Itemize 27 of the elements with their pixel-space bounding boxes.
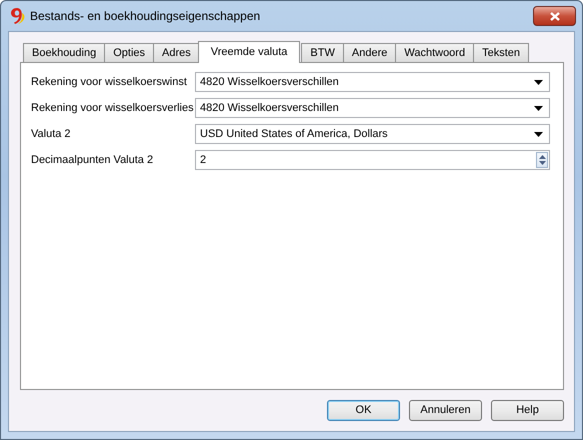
tab[interactable]: Adres xyxy=(153,43,200,62)
tab[interactable]: BTW xyxy=(301,43,344,62)
field-label: Valuta 2 xyxy=(31,126,72,142)
dropdown-arrow-icon xyxy=(534,106,543,110)
close-icon xyxy=(550,12,560,20)
tab[interactable]: Andere xyxy=(342,43,396,62)
close-button[interactable] xyxy=(533,6,576,26)
tab[interactable]: Vreemde valuta xyxy=(198,41,300,63)
field-label: Decimaalpunten Valuta 2 xyxy=(31,152,154,168)
number-field[interactable]: 2 xyxy=(195,150,550,170)
field-label: Rekening voor wisselkoerswinst xyxy=(31,74,188,90)
tab[interactable]: Teksten xyxy=(473,43,530,62)
dialog-button[interactable]: OK xyxy=(327,400,400,421)
tab[interactable]: Wachtwoord xyxy=(395,43,474,62)
tab[interactable]: Boekhouding xyxy=(23,43,106,62)
spin-buttons[interactable] xyxy=(536,152,548,168)
dropdown-field[interactable]: USD United States of America, Dollars xyxy=(195,124,550,144)
dropdown-arrow-icon xyxy=(534,132,543,136)
window-title: Bestands- en boekhoudingseigenschappen xyxy=(30,8,260,25)
field-label: Rekening voor wisselkoersverlies xyxy=(31,100,195,116)
app-logo-icon xyxy=(8,7,26,25)
dropdown-field[interactable]: 4820 Wisselkoersverschillen xyxy=(195,98,550,118)
dialog-button[interactable]: Annuleren xyxy=(409,400,482,421)
dropdown-field[interactable]: 4820 Wisselkoersverschillen xyxy=(195,72,550,92)
dialog-button[interactable]: Help xyxy=(491,400,564,421)
dropdown-arrow-icon xyxy=(534,80,543,84)
tab[interactable]: Opties xyxy=(104,43,154,62)
